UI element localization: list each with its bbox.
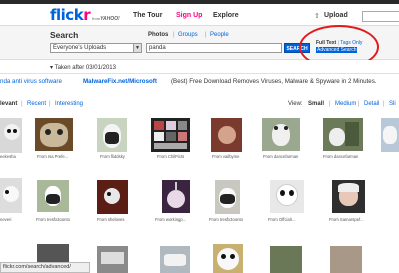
view-label: View: (288, 101, 303, 107)
photo-thumbnail[interactable] (151, 118, 190, 152)
header-search-input[interactable] (362, 11, 399, 22)
ad-description: (Best) Free Download Removes Viruses, Ma… (171, 78, 377, 85)
photo-thumbnail[interactable] (215, 180, 240, 214)
yahoo-logo: YAHOO! (100, 16, 120, 22)
date-filter-bar: ▾ Taken after 03/01/2013 (0, 60, 399, 74)
sort-interesting[interactable]: Interesting (55, 101, 83, 107)
sort-separator: | (49, 101, 51, 107)
logo-from: from (92, 16, 101, 21)
sponsored-ad: nda anti virus software MalwareFix.net/M… (0, 76, 399, 88)
photo-caption[interactable]: From sheloves (97, 217, 124, 222)
sort-view-bar: levant | Recent | Interesting View: Smal… (0, 100, 399, 110)
nav-upload[interactable]: Upload (324, 12, 348, 19)
view-separator: | (383, 101, 385, 107)
tab-separator: | (205, 32, 207, 38)
photo-caption[interactable]: From tresfx3oonto (209, 217, 243, 222)
logo-text-r: r (83, 6, 91, 24)
search-heading: Search (50, 30, 79, 40)
photo-caption[interactable]: From dancefarman (323, 154, 358, 159)
photo-caption[interactable]: From Samarspef... (329, 217, 364, 222)
ad-sponsor-link[interactable]: MalwareFix.net/Microsoft (83, 78, 157, 85)
view-separator: | (329, 101, 331, 107)
photo-thumbnail[interactable] (262, 118, 300, 151)
flickr-logo[interactable]: flick r from YAHOO! (50, 6, 120, 24)
tab-groups[interactable]: Groups (178, 32, 198, 38)
search-query-input[interactable]: panda (146, 43, 282, 53)
photo-caption[interactable]: From fliddsky (100, 154, 125, 159)
photo-caption: neveri (0, 217, 12, 222)
photo-thumbnail[interactable] (332, 180, 365, 213)
sort-recent[interactable]: Recent (27, 101, 46, 107)
photo-caption[interactable]: From workingp... (155, 217, 186, 222)
photo-caption[interactable]: From dancefarman (263, 154, 298, 159)
photo-caption[interactable]: From tresfx3oonto (36, 217, 70, 222)
photo-thumbnail[interactable] (213, 244, 243, 273)
nav-sign-up[interactable]: Sign Up (176, 12, 202, 19)
tab-people[interactable]: People (210, 32, 229, 38)
view-slideshow[interactable]: Sli (389, 101, 396, 107)
nav-the-tour[interactable]: The Tour (133, 12, 162, 19)
photo-thumbnail[interactable] (160, 246, 190, 273)
view-detail[interactable]: Detail (364, 101, 379, 107)
photo-thumbnail[interactable] (0, 178, 22, 213)
photo-caption[interactable]: From ChilPicts (157, 154, 184, 159)
photo-thumbnail[interactable] (162, 180, 190, 213)
photo-thumbnail[interactable] (381, 118, 399, 152)
chevron-down-icon[interactable]: ▼ (133, 44, 141, 52)
photo-thumbnail[interactable] (270, 246, 302, 273)
view-separator: | (358, 101, 360, 107)
photo-thumbnail[interactable] (97, 118, 127, 152)
photo-caption: eekesha (0, 154, 16, 159)
tab-separator: | (173, 32, 175, 38)
photo-caption[interactable]: From OffcialI... (268, 217, 295, 222)
photo-thumbnail[interactable] (97, 180, 128, 214)
scope-value: Everyone's Uploads (53, 45, 107, 51)
photo-thumbnail[interactable] (323, 118, 363, 151)
nav-explore[interactable]: Explore (213, 12, 239, 19)
upload-arrow-icon[interactable]: ⇧ (314, 12, 320, 20)
photo-thumbnail[interactable] (35, 118, 73, 151)
photo-thumbnail[interactable] (37, 180, 69, 212)
photo-caption[interactable]: From vailbyme (212, 154, 239, 159)
tab-photos[interactable]: Photos (148, 32, 168, 38)
browser-status-bar: flickr.com/search/advanced/ (0, 262, 90, 273)
photo-thumbnail[interactable] (211, 118, 242, 152)
site-header: flick r from YAHOO! The Tour Sign Up Expl… (0, 4, 399, 26)
photo-thumbnail[interactable] (0, 118, 22, 153)
photo-caption[interactable]: From Isa Prefe... (37, 154, 68, 159)
taken-after-filter[interactable]: ▾ Taken after 03/01/2013 (50, 64, 116, 71)
ad-title-link[interactable]: nda anti virus software (0, 78, 62, 85)
view-small[interactable]: Small (308, 101, 324, 107)
sort-separator: | (21, 101, 23, 107)
search-scope-select[interactable]: Everyone's Uploads ▼ (50, 43, 142, 53)
photo-thumbnail[interactable] (270, 180, 304, 213)
sort-relevant[interactable]: levant (0, 101, 17, 107)
photo-thumbnail[interactable] (330, 246, 362, 273)
logo-text: flick (50, 6, 84, 24)
photo-thumbnail[interactable] (97, 246, 128, 273)
view-medium[interactable]: Medium (335, 101, 356, 107)
